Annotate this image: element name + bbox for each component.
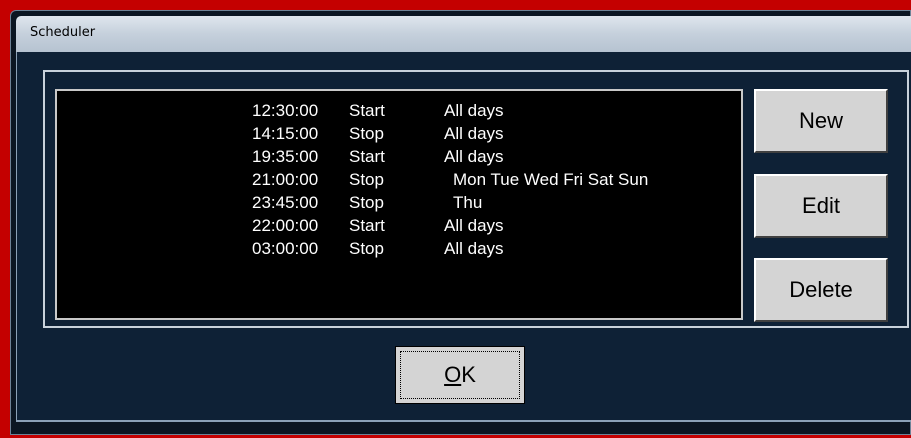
list-item[interactable]: 12:30:00 Start All days — [57, 101, 741, 124]
dialog-client-area: 12:30:00 Start All days 14:15:00 Stop Al… — [16, 52, 911, 422]
ok-button[interactable]: OK — [395, 346, 525, 404]
title-bar[interactable]: Scheduler — [16, 16, 911, 52]
schedule-action: Start — [349, 147, 385, 166]
list-item[interactable]: 19:35:00 Start All days — [57, 147, 741, 170]
ok-button-focus-rect: OK — [400, 351, 520, 399]
schedule-action: Start — [349, 216, 385, 235]
schedule-time: 03:00:00 — [252, 239, 319, 258]
list-item[interactable]: 23:45:00 Stop Thu — [57, 193, 741, 216]
new-button[interactable]: New — [754, 89, 888, 153]
schedule-time: 19:35:00 — [252, 147, 319, 166]
schedule-days: All days — [444, 101, 504, 120]
schedule-action: Stop — [349, 124, 384, 143]
delete-button[interactable]: Delete — [754, 258, 888, 322]
schedule-days: Mon Tue Wed Fri Sat Sun — [453, 170, 649, 189]
schedule-days: All days — [444, 216, 504, 235]
schedule-action: Stop — [349, 193, 384, 212]
schedule-time: 12:30:00 — [252, 101, 319, 120]
schedule-days: All days — [444, 124, 504, 143]
edit-button[interactable]: Edit — [754, 174, 888, 238]
list-item[interactable]: 03:00:00 Stop All days — [57, 239, 741, 262]
window-bottom-border — [16, 420, 911, 422]
schedule-time: 22:00:00 — [252, 216, 319, 235]
window-title: Scheduler — [30, 25, 96, 40]
schedule-time: 23:45:00 — [252, 193, 319, 212]
list-item[interactable]: 14:15:00 Stop All days — [57, 124, 741, 147]
ok-label-rest: K — [461, 362, 476, 387]
list-item[interactable]: 21:00:00 Stop Mon Tue Wed Fri Sat Sun — [57, 170, 741, 193]
schedule-list[interactable]: 12:30:00 Start All days 14:15:00 Stop Al… — [55, 89, 743, 320]
schedule-time: 14:15:00 — [252, 124, 319, 143]
schedule-days: Thu — [453, 193, 483, 212]
schedule-days: All days — [444, 147, 504, 166]
schedule-action: Start — [349, 101, 385, 120]
ok-mnemonic: O — [444, 362, 462, 387]
schedule-days: All days — [444, 239, 504, 258]
schedule-action: Stop — [349, 170, 384, 189]
list-item[interactable]: 22:00:00 Start All days — [57, 216, 741, 239]
schedule-time: 21:00:00 — [252, 170, 319, 189]
schedule-action: Stop — [349, 239, 384, 258]
